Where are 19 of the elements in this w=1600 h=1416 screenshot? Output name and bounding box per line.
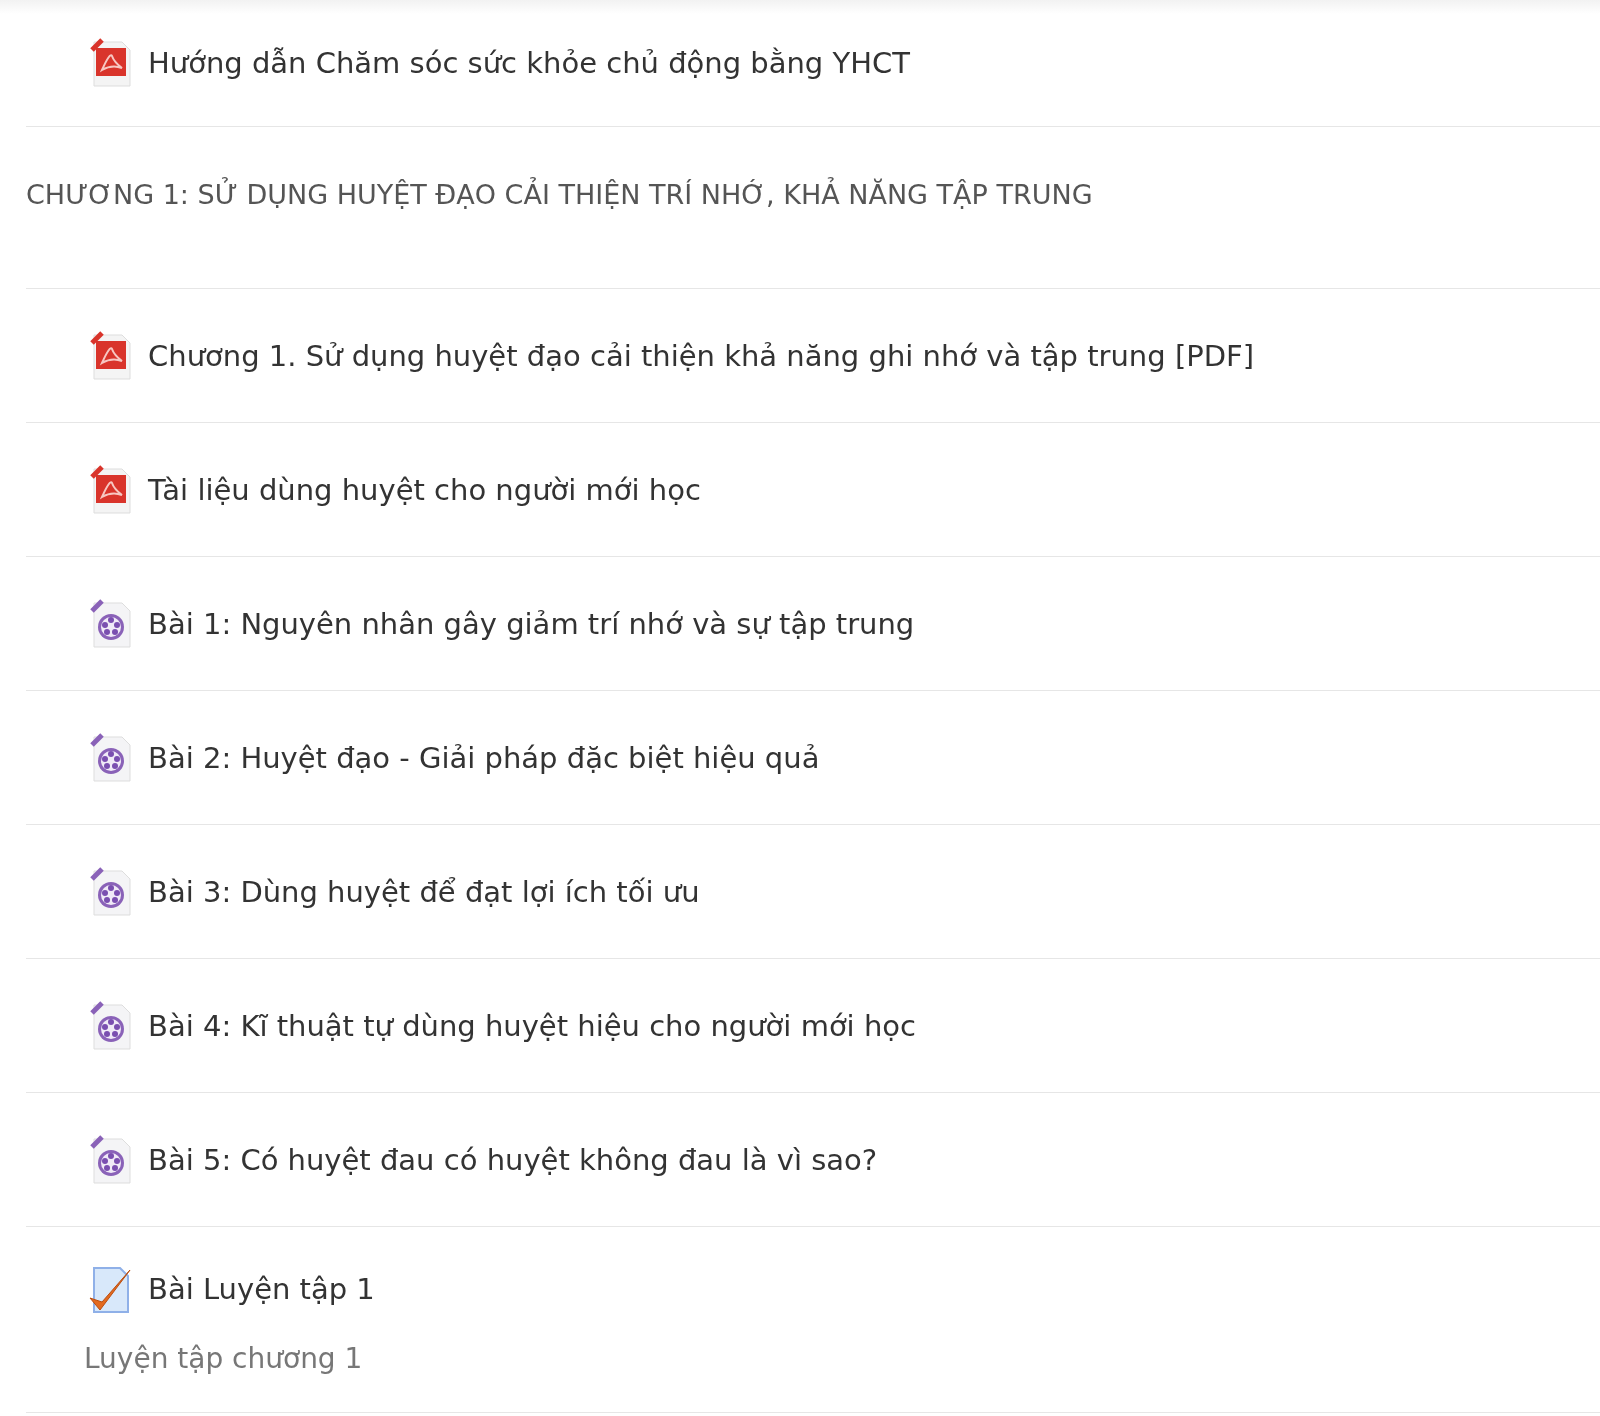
film-reel-icon [88,732,134,783]
film-reel-icon [88,1134,134,1185]
activity-link[interactable]: Bài 2: Huyệt đạo - Giải pháp đặc biệt hiệu quả [148,740,820,775]
section-heading: CHƯƠNG 1: SỬ DỤNG HUYỆT ĐẠO CẢI THIỆN TRÍ NHỚ, KHẢ NĂNG TẬP TRUNG [26,179,1094,210]
activity-link[interactable]: Bài 3: Dùng huyệt để đạt lợi ích tối ưu [148,874,700,909]
activity-link[interactable]: Bài 5: Có huyệt đau có huyệt không đau là vì sao? [148,1142,878,1177]
film-reel-icon [88,598,134,649]
pdf-file-icon [88,38,134,88]
pdf-file-icon [88,464,134,515]
pdf-file-icon [88,330,134,381]
activity-link[interactable]: Hướng dẫn Chăm sóc sức khỏe chủ động bằng YHCT [148,46,910,80]
activity-link[interactable]: Chương 1. Sử dụng huyệt đạo cải thiện khả năng ghi nhớ và tập trung [PDF] [148,338,1254,373]
activity-link[interactable]: Bài 1: Nguyên nhân gây giảm trí nhớ và sự tập trung [148,606,915,641]
film-reel-icon [88,1000,134,1051]
activity-link[interactable]: Bài 4: Kĩ thuật tự dùng huyệt hiệu cho người mới học [148,1008,916,1043]
activity-description: Luyện tập chương 1 [84,1342,364,1375]
film-reel-icon [88,866,134,917]
activity-link[interactable]: Bài Luyện tập 1 [148,1272,375,1306]
activity-link[interactable]: Tài liệu dùng huyệt cho người mới học [148,472,701,507]
